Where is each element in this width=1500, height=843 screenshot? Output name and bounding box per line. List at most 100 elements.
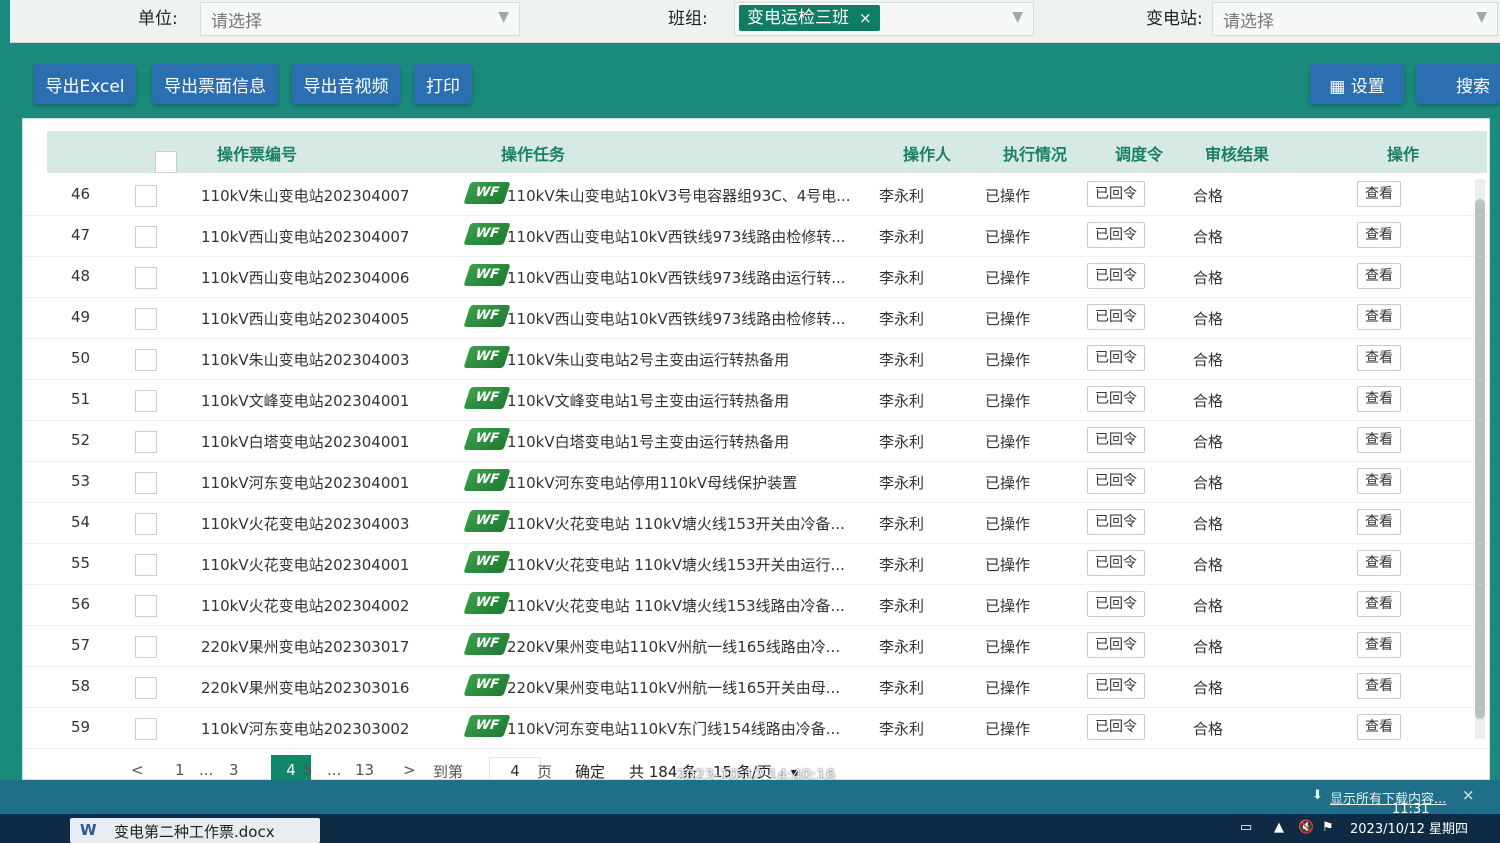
table-row[interactable]: 53 110kV河东变电站202304001 WF 110kV河东变电站停用11… <box>23 462 1489 503</box>
table-row[interactable]: 49 110kV西山变电站202304005 WF 110kV西山变电站10kV… <box>23 298 1489 339</box>
team-select[interactable]: 变电运检三班 × ▼ <box>734 2 1034 36</box>
settings-button[interactable]: ▦ 设置 <box>1310 64 1404 104</box>
row-checkbox[interactable] <box>135 718 157 740</box>
header-task[interactable]: 操作任务 <box>501 141 565 165</box>
header-ticket-no[interactable]: 操作票编号 <box>217 141 297 165</box>
table-row[interactable]: 56 110kV火花变电站202304002 WF 110kV火花变电站 110… <box>23 585 1489 626</box>
table-row[interactable]: 48 110kV西山变电站202304006 WF 110kV西山变电站10kV… <box>23 257 1489 298</box>
dispatch-button[interactable]: 已回令 <box>1087 304 1145 330</box>
view-button[interactable]: 查看 <box>1357 714 1401 740</box>
view-button[interactable]: 查看 <box>1357 181 1401 207</box>
close-icon[interactable]: × <box>859 9 872 27</box>
header-dispatch[interactable]: 调度令 <box>1115 141 1163 165</box>
view-button[interactable]: 查看 <box>1357 632 1401 658</box>
row-index: 54 <box>71 513 91 531</box>
row-checkbox[interactable] <box>135 308 157 330</box>
row-checkbox[interactable] <box>135 390 157 412</box>
table-row[interactable]: 57 220kV果州变电站202303017 WF 220kV果州变电站110k… <box>23 626 1489 667</box>
vertical-scrollbar[interactable] <box>1475 179 1485 739</box>
view-button[interactable]: 查看 <box>1357 386 1401 412</box>
table-row[interactable]: 51 110kV文峰变电站202304001 WF 110kV文峰变电站1号主变… <box>23 380 1489 421</box>
select-all-checkbox[interactable] <box>155 151 177 173</box>
table-row[interactable]: 58 220kV果州变电站202303016 WF 220kV果州变电站110k… <box>23 667 1489 708</box>
view-button[interactable]: 查看 <box>1357 550 1401 576</box>
view-button[interactable]: 查看 <box>1357 673 1401 699</box>
view-button[interactable]: 查看 <box>1357 591 1401 617</box>
dispatch-button[interactable]: 已回令 <box>1087 550 1145 576</box>
workflow-icon: WF <box>463 592 511 614</box>
row-checkbox[interactable] <box>135 677 157 699</box>
prev-page-icon[interactable]: < <box>131 761 144 779</box>
dispatch-button[interactable]: 已回令 <box>1087 427 1145 453</box>
dispatch-button[interactable]: 已回令 <box>1087 222 1145 248</box>
network-icon[interactable]: ⚑ <box>1322 820 1334 835</box>
dispatch-button[interactable]: 已回令 <box>1087 591 1145 617</box>
chevron-up-icon[interactable]: ▲ <box>1274 820 1284 835</box>
station-select[interactable]: 请选择 ▼ <box>1212 2 1498 36</box>
page-ellipsis[interactable]: ... <box>327 761 341 779</box>
dispatch-button[interactable]: 已回令 <box>1087 714 1145 740</box>
view-button[interactable]: 查看 <box>1357 304 1401 330</box>
page-5[interactable]: 5 <box>303 761 313 779</box>
dispatch-button[interactable]: 已回令 <box>1087 509 1145 535</box>
execution-status: 已操作 <box>985 720 1031 738</box>
taskbar-item-document[interactable]: W 变电第二种工作票.docx <box>70 818 320 843</box>
dispatch-button[interactable]: 已回令 <box>1087 468 1145 494</box>
export-excel-button[interactable]: 导出Excel <box>34 64 136 104</box>
dispatch-button[interactable]: 已回令 <box>1087 386 1145 412</box>
volume-mute-icon[interactable]: 🔇 <box>1298 820 1314 835</box>
row-checkbox[interactable] <box>135 431 157 453</box>
table-row[interactable]: 59 110kV河东变电站202303002 WF 110kV河东变电站110k… <box>23 708 1489 749</box>
dispatch-button[interactable]: 已回令 <box>1087 263 1145 289</box>
export-av-button[interactable]: 导出音视频 <box>292 64 400 104</box>
row-checkbox[interactable] <box>135 226 157 248</box>
next-page-icon[interactable]: > <box>403 761 416 779</box>
view-button[interactable]: 查看 <box>1357 427 1401 453</box>
team-tag-label: 变电运检三班 <box>747 8 849 28</box>
table-row[interactable]: 54 110kV火花变电站202304003 WF 110kV火花变电站 110… <box>23 503 1489 544</box>
dispatch-button[interactable]: 已回令 <box>1087 345 1145 371</box>
row-checkbox[interactable] <box>135 636 157 658</box>
dispatch-button[interactable]: 已回令 <box>1087 673 1145 699</box>
scrollbar-thumb[interactable] <box>1475 199 1485 719</box>
table-row[interactable]: 46 110kV朱山变电站202304007 WF 110kV朱山变电站10kV… <box>23 175 1489 216</box>
print-button[interactable]: 打印 <box>414 64 472 104</box>
row-checkbox[interactable] <box>135 513 157 535</box>
ticket-number: 110kV朱山变电站202304007 <box>201 187 410 205</box>
page-ellipsis[interactable]: ... <box>199 761 213 779</box>
execution-status: 已操作 <box>985 392 1031 410</box>
notification-icon[interactable]: ▭ <box>1240 820 1252 835</box>
table-row[interactable]: 55 110kV火花变电站202304001 WF 110kV火花变电站 110… <box>23 544 1489 585</box>
table-row[interactable]: 50 110kV朱山变电站202304003 WF 110kV朱山变电站2号主变… <box>23 339 1489 380</box>
clock-date[interactable]: 2023/10/12 星期四 <box>1350 818 1468 837</box>
row-checkbox[interactable] <box>135 185 157 207</box>
page-last[interactable]: 13 <box>355 761 374 779</box>
header-execution[interactable]: 执行情况 <box>1003 141 1067 165</box>
export-ticket-button[interactable]: 导出票面信息 <box>152 64 278 104</box>
page-3[interactable]: 3 <box>229 761 239 779</box>
search-button[interactable]: 搜索 <box>1416 64 1500 104</box>
row-checkbox[interactable] <box>135 472 157 494</box>
view-button[interactable]: 查看 <box>1357 263 1401 289</box>
view-button[interactable]: 查看 <box>1357 345 1401 371</box>
view-button[interactable]: 查看 <box>1357 509 1401 535</box>
row-checkbox[interactable] <box>135 349 157 371</box>
header-operator[interactable]: 操作人 <box>903 141 951 165</box>
view-button[interactable]: 查看 <box>1357 468 1401 494</box>
table-row[interactable]: 52 110kV白塔变电站202304001 WF 110kV白塔变电站1号主变… <box>23 421 1489 462</box>
page-1[interactable]: 1 <box>175 761 185 779</box>
dispatch-button[interactable]: 已回令 <box>1087 181 1145 207</box>
table-row[interactable]: 47 110kV西山变电站202304007 WF 110kV西山变电站10kV… <box>23 216 1489 257</box>
clock-time[interactable]: 11:31 <box>1392 802 1429 817</box>
row-checkbox[interactable] <box>135 267 157 289</box>
close-icon[interactable]: × <box>1462 786 1475 804</box>
dispatch-button[interactable]: 已回令 <box>1087 632 1145 658</box>
row-checkbox[interactable] <box>135 595 157 617</box>
view-button[interactable]: 查看 <box>1357 222 1401 248</box>
goto-confirm-button[interactable]: 确定 <box>575 761 605 782</box>
unit-select[interactable]: 请选择 ▼ <box>200 2 520 36</box>
ticket-number: 110kV白塔变电站202304001 <box>201 433 410 451</box>
operator-name: 李永利 <box>879 351 925 369</box>
header-review[interactable]: 审核结果 <box>1205 141 1269 165</box>
row-checkbox[interactable] <box>135 554 157 576</box>
